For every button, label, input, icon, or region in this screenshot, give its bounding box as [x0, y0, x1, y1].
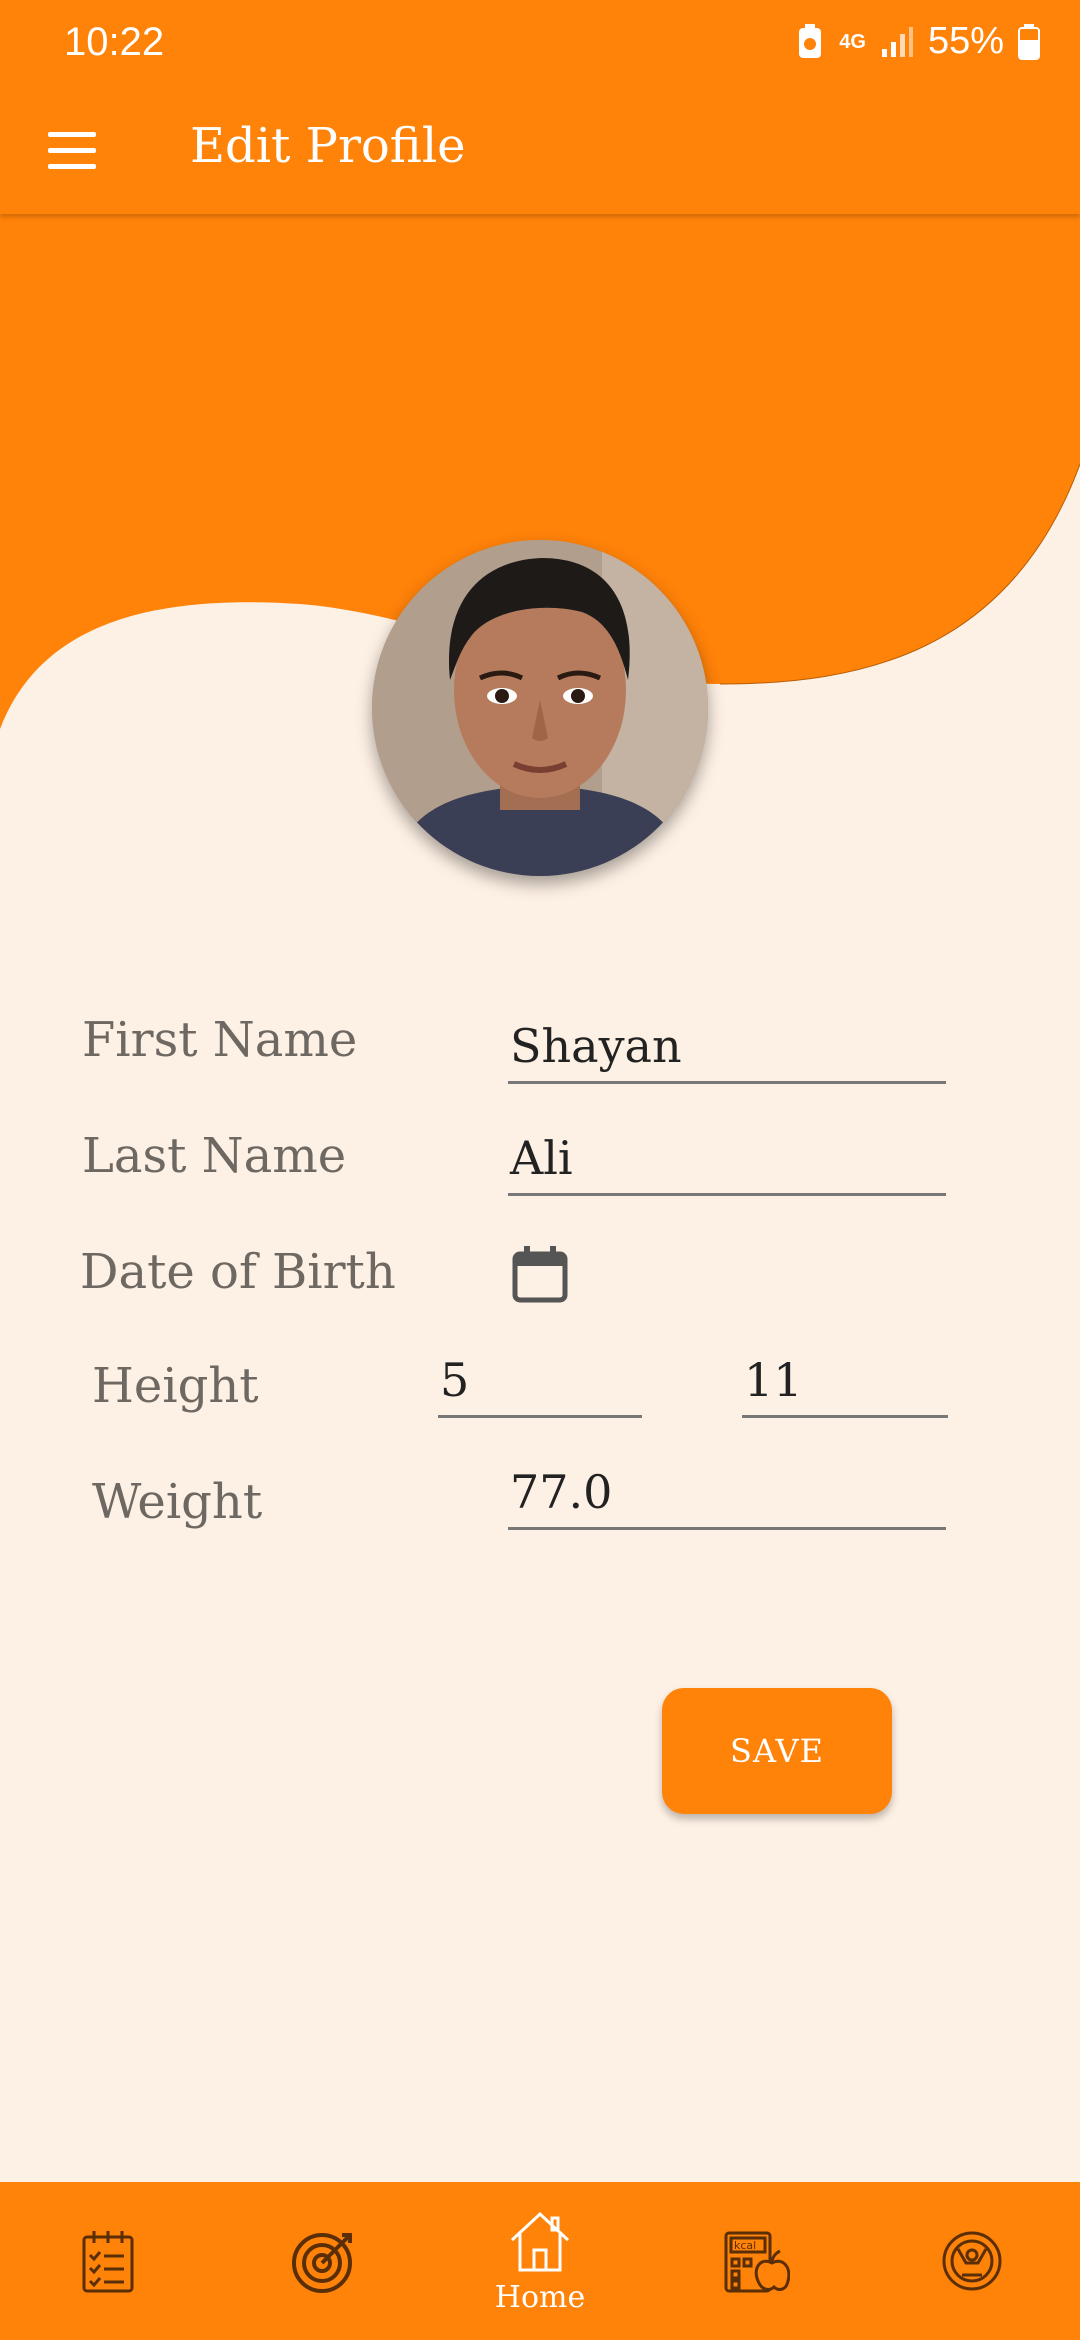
first-name-field[interactable]: Shayan: [508, 1016, 946, 1084]
nav-item-calories[interactable]: kcal: [648, 2182, 864, 2340]
profile-photo: [372, 540, 708, 876]
nav-item-home[interactable]: Home: [432, 2182, 648, 2340]
nav-item-fitness[interactable]: [864, 2182, 1080, 2340]
svg-text:kcal: kcal: [734, 2239, 756, 2252]
calendar-icon[interactable]: [510, 1244, 570, 1304]
fitness-person-icon: [942, 2231, 1002, 2291]
last-name-label: Last Name: [82, 1128, 347, 1184]
status-time: 10:22: [64, 20, 165, 64]
status-bar: 10:22 4G 55%: [0, 0, 1080, 86]
nav-item-goals[interactable]: [216, 2182, 432, 2340]
network-type: 4G: [839, 30, 866, 53]
bottom-nav: Home kcal: [0, 2182, 1080, 2340]
page-title: Edit Profile: [190, 118, 466, 174]
nav-item-diary[interactable]: [0, 2182, 216, 2340]
height-feet-field[interactable]: 5: [438, 1350, 642, 1418]
nav-label-home: Home: [494, 2279, 586, 2315]
hamburger-menu-icon[interactable]: [38, 116, 106, 184]
dob-label: Date of Birth: [80, 1244, 396, 1300]
save-button[interactable]: SAVE: [662, 1688, 892, 1814]
status-icons: 4G 55%: [795, 20, 1040, 63]
weight-field[interactable]: 77.0: [508, 1462, 946, 1530]
weight-label: Weight: [92, 1474, 263, 1530]
target-goal-icon: [292, 2233, 352, 2293]
battery-icon: [1018, 23, 1040, 60]
battery-saver-icon: [799, 23, 822, 58]
height-inches-field[interactable]: 11: [742, 1350, 948, 1418]
first-name-label: First Name: [82, 1012, 358, 1068]
app-bar: Edit Profile: [0, 86, 1080, 214]
diary-checklist-icon: [82, 2231, 134, 2293]
last-name-field[interactable]: Ali: [508, 1128, 946, 1196]
height-label: Height: [92, 1358, 259, 1414]
home-icon: [510, 2211, 570, 2271]
avatar[interactable]: [372, 540, 708, 876]
signal-icon: [881, 26, 913, 57]
calorie-calculator-icon: kcal: [724, 2231, 790, 2293]
battery-percent: 55%: [927, 20, 1004, 62]
